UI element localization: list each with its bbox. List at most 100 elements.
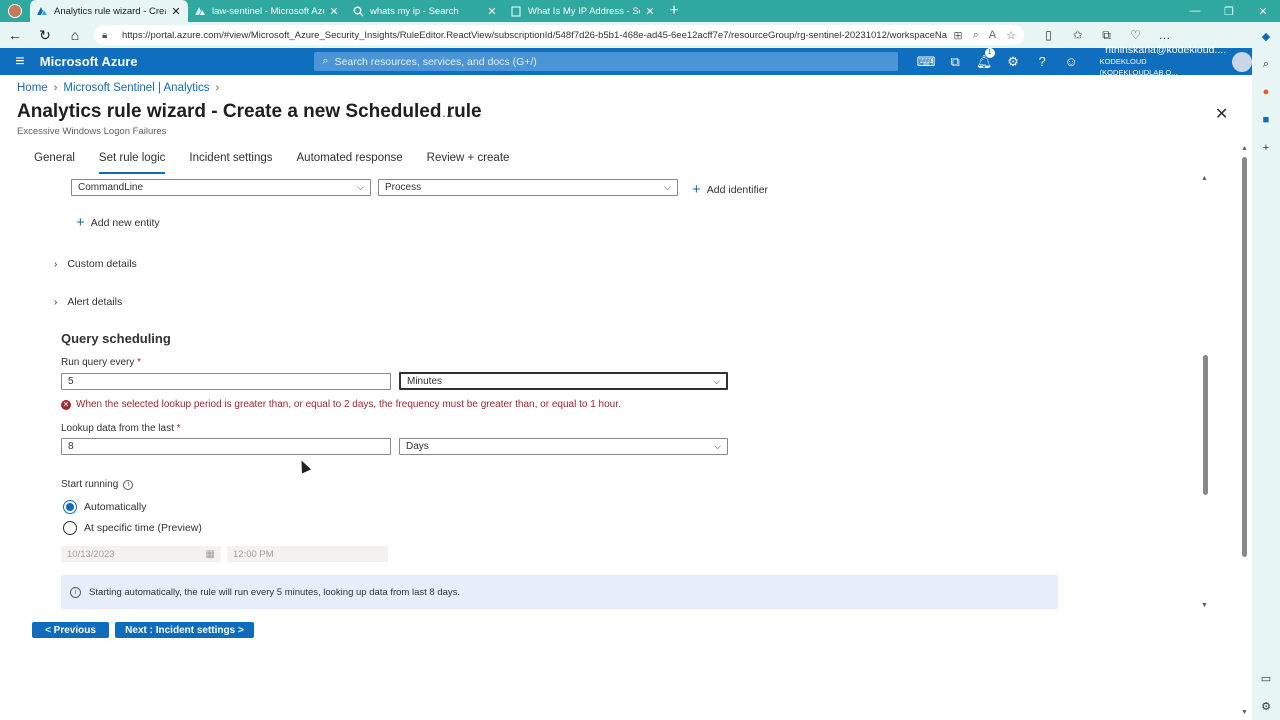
add-identifier-button[interactable]: + Add identifier [692, 182, 768, 197]
minimize-icon[interactable]: — [1178, 0, 1212, 22]
run-every-input[interactable]: 5 [61, 373, 391, 390]
column-value: Process [385, 182, 422, 193]
custom-details-label: Custom details [67, 258, 137, 270]
start-time-value: 12:00 PM [233, 548, 274, 560]
outlook-icon[interactable]: ■ [1252, 106, 1280, 134]
add-icon[interactable]: + [1252, 134, 1280, 162]
avatar[interactable] [1232, 51, 1252, 72]
new-tab-button[interactable]: + [662, 0, 686, 22]
tools-icon[interactable]: ● [1252, 78, 1280, 106]
browser-tab-3[interactable]: whats my ip - Search ✕ [346, 0, 504, 22]
browser-tab-4[interactable]: What Is My IP Address - See Your ✕ [504, 0, 662, 22]
scroll-down-icon[interactable]: ▼ [1241, 709, 1248, 716]
tab-set-rule-logic[interactable]: Set rule logic [87, 152, 177, 174]
split-screen-icon[interactable]: ▯ [1034, 28, 1063, 43]
chevron-right-icon: › [215, 82, 220, 94]
tab-automated-response[interactable]: Automated response [285, 152, 415, 174]
restore-icon[interactable]: ❐ [1212, 0, 1246, 22]
url-field[interactable]: 🔒︎ https://portal.azure.com/#view/Micros… [94, 25, 1024, 45]
more-icon[interactable]: … [1150, 28, 1179, 43]
previous-button[interactable]: < Previous [32, 622, 109, 638]
scroll-up-icon[interactable]: ▲ [1241, 145, 1248, 152]
copilot-icon[interactable]: ◆ [1252, 22, 1280, 50]
azure-icon [194, 5, 206, 17]
settings-gear-icon[interactable]: ⚙ [999, 54, 1028, 70]
search-icon: ⌕ [322, 55, 329, 67]
lookup-text: Lookup data from the last [61, 423, 174, 434]
edge-sidebar: ◆ ⌕ ● ■ + ▭ ⚙ [1252, 22, 1280, 720]
scroll-thumb[interactable] [1203, 355, 1208, 495]
custom-details-expander[interactable]: › Custom details [54, 258, 137, 270]
read-aloud-icon[interactable]: A [989, 29, 996, 42]
menu-icon[interactable]: ≡ [0, 53, 40, 71]
close-window-icon[interactable]: ✕ [1246, 0, 1280, 22]
browser-tab-1[interactable]: Analytics rule wizard - Create a n ✕ [30, 0, 188, 22]
help-icon[interactable]: ? [1028, 54, 1057, 70]
user-org: KODEKLOUD (KODEKLOUDLAB.O... [1099, 57, 1178, 77]
collections-icon[interactable]: ⧉ [1092, 28, 1121, 43]
global-search-input[interactable]: ⌕ Search resources, services, and docs (… [314, 52, 898, 71]
close-icon[interactable]: ✕ [644, 5, 656, 18]
zoom-icon[interactable]: ⌕ [973, 29, 979, 42]
run-every-unit: Minutes [407, 375, 443, 387]
favorite-icon[interactable]: ☆ [1006, 29, 1016, 42]
alert-details-label: Alert details [67, 296, 123, 308]
close-icon[interactable]: ✕ [328, 5, 340, 18]
scroll-down-icon[interactable]: ▼ [1201, 602, 1208, 609]
content-scrollbar[interactable]: ▲ ▼ [1199, 175, 1211, 609]
close-icon[interactable]: ✕ [486, 5, 498, 18]
identifier-dropdown[interactable]: CommandLine ⌵ [71, 179, 371, 196]
home-icon[interactable]: ⌂ [60, 22, 90, 48]
chevron-down-icon: ⌵ [714, 441, 721, 451]
favorites-icon[interactable]: ✩ [1063, 28, 1092, 43]
notifications-icon[interactable]: 🔔︎ 1 [970, 47, 999, 70]
close-icon[interactable]: ✕ [170, 5, 182, 18]
radio-specific-time[interactable]: At specific time (Preview) [63, 521, 202, 535]
breadcrumb-home[interactable]: Home [17, 82, 48, 94]
alert-details-expander[interactable]: › Alert details [54, 296, 122, 308]
browser-essentials-icon[interactable]: ♡ [1121, 28, 1150, 43]
add-entity-label: Add new entity [90, 217, 160, 229]
apps-icon[interactable]: ⊞ [953, 29, 962, 42]
address-bar-row: ← ↻ ⌂ 🔒︎ https://portal.azure.com/#view/… [0, 22, 1252, 48]
lookup-unit: Days [406, 441, 429, 452]
chevron-down-icon: ⌵ [713, 375, 720, 386]
tab-incident-settings[interactable]: Incident settings [177, 152, 284, 174]
directory-filter-icon[interactable]: ⧉ [941, 54, 970, 70]
tab-general[interactable]: General [22, 152, 87, 174]
account-menu[interactable]: rithinskaria@kodekloud.... KODEKLOUD (KO… [1100, 45, 1227, 78]
scroll-up-icon[interactable]: ▲ [1201, 175, 1208, 182]
info-icon[interactable]: i [123, 479, 134, 490]
start-running-label: Start running i [61, 479, 134, 490]
lookup-unit-dropdown[interactable]: Days ⌵ [399, 438, 728, 455]
refresh-icon[interactable]: ↻ [30, 22, 60, 48]
start-date-input: 10/13/2023 ▦ [61, 546, 221, 562]
sidebar-toggle-icon[interactable]: ▭ [1252, 664, 1280, 692]
azure-brand[interactable]: Microsoft Azure [40, 54, 315, 69]
column-dropdown[interactable]: Process ⌵ [378, 179, 678, 196]
add-entity-button[interactable]: + Add new entity [76, 215, 160, 230]
radio-automatically[interactable]: Automatically [63, 500, 146, 514]
back-icon[interactable]: ← [0, 22, 30, 48]
run-every-unit-dropdown[interactable]: Minutes ⌵ [399, 372, 728, 390]
frequency-error-text: When the selected lookup period is great… [76, 399, 621, 410]
settings-icon[interactable]: ⚙ [1252, 692, 1280, 720]
feedback-icon[interactable]: ☺ [1057, 54, 1086, 70]
scroll-thumb[interactable] [1242, 157, 1247, 557]
browser-tab-2[interactable]: law-sentinel - Microsoft Azure ✕ [188, 0, 346, 22]
search-sidebar-icon[interactable]: ⌕ [1252, 50, 1280, 78]
lookup-input[interactable]: 8 [61, 438, 391, 455]
profile-avatar[interactable] [0, 0, 30, 22]
cloud-shell-icon[interactable]: ⌨ [912, 54, 941, 70]
breadcrumb-sentinel[interactable]: Microsoft Sentinel | Analytics [63, 82, 209, 94]
calendar-icon: ▦ [205, 548, 215, 560]
query-scheduling-title: Query scheduling [61, 331, 171, 346]
radio-automatically-label: Automatically [84, 501, 147, 513]
next-incident-settings-button[interactable]: Next : Incident settings > [115, 622, 254, 638]
more-options-icon[interactable]: ... [442, 104, 454, 120]
page-scrollbar[interactable]: ▲ ▼ [1240, 145, 1250, 720]
schedule-info-text: Starting automatically, the rule will ru… [89, 586, 461, 598]
close-blade-icon[interactable]: ✕ [1215, 104, 1228, 124]
tab-review-create[interactable]: Review + create [415, 152, 522, 174]
page-subtitle: Excessive Windows Logon Failures [17, 126, 167, 137]
